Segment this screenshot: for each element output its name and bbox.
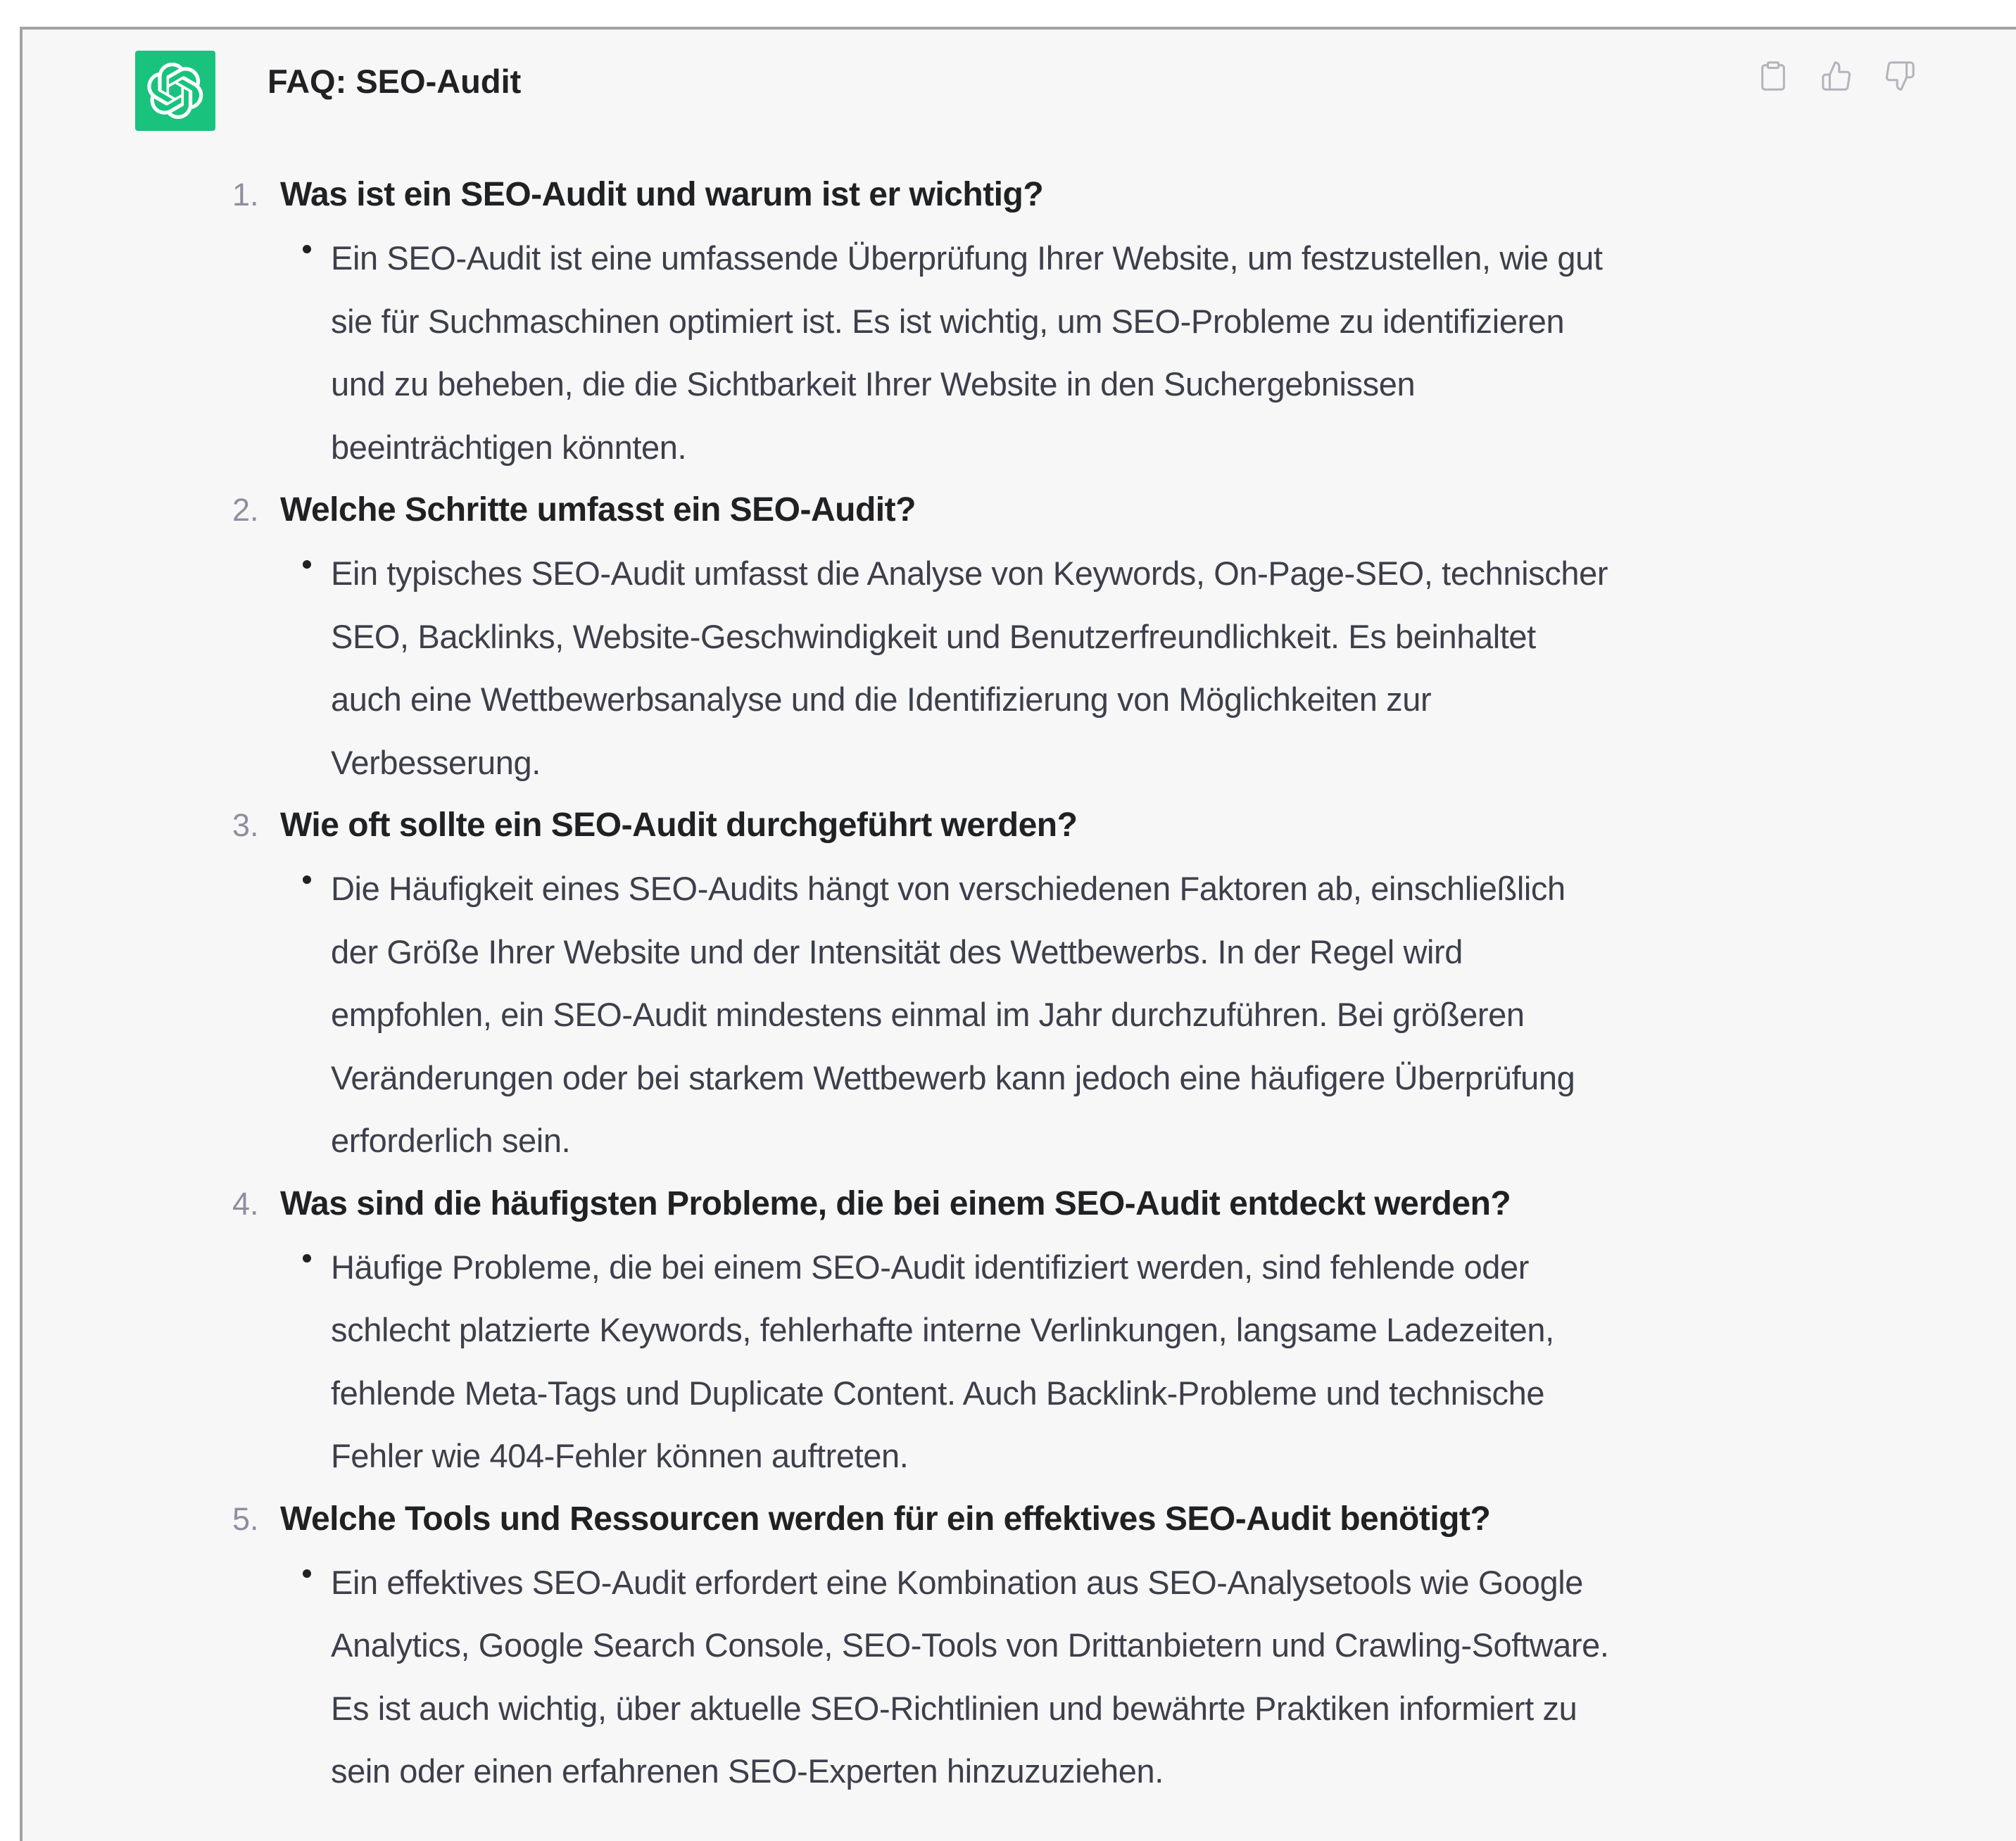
answer-line: Analytics, Google Search Console, SEO-To… — [331, 1626, 1609, 1664]
message-title: FAQ: SEO-Audit — [267, 63, 522, 100]
answer-line: Ein SEO-Audit ist eine umfassende Überpr… — [331, 239, 1603, 277]
list-number: 2. — [232, 492, 259, 528]
faq-answer: Ein SEO-Audit ist eine umfassende Überpr… — [232, 227, 1809, 479]
list-number: 3. — [232, 807, 259, 843]
thumbs-down-button[interactable] — [1884, 58, 1916, 94]
faq-answer: Häufige Probleme, die bei einem SEO-Audi… — [232, 1236, 1809, 1488]
clipboard-icon — [1761, 61, 1785, 91]
list-number: 4. — [232, 1185, 259, 1222]
faq-item: 1. Was ist ein SEO-Audit und warum ist e… — [232, 163, 1809, 479]
answer-line: Die Häufigkeit eines SEO-Audits hängt vo… — [331, 870, 1565, 907]
bullet-point — [303, 245, 311, 253]
bullet-point — [303, 560, 311, 569]
answer-line: erforderlich sein. — [331, 1122, 571, 1159]
list-number: 1. — [232, 177, 259, 213]
answer-line: sie für Suchmaschinen optimiert ist. Es … — [331, 302, 1565, 340]
answer-line: empfohlen, ein SEO-Audit mindestens einm… — [331, 996, 1525, 1033]
thumbs-down-icon — [1885, 61, 1915, 91]
assistant-avatar — [135, 51, 215, 131]
faq-item: 5. Welche Tools und Ressourcen werden fü… — [232, 1488, 1809, 1803]
answer-line: Ein typisches SEO-Audit umfasst die Anal… — [331, 555, 1608, 592]
answer-line: auch eine Wettbewerbsanalyse und die Ide… — [331, 681, 1432, 718]
faq-question-row: 5. Welche Tools und Ressourcen werden fü… — [232, 1488, 1809, 1551]
faq-question-row: 1. Was ist ein SEO-Audit und warum ist e… — [232, 163, 1809, 227]
answer-line: beeinträchtigen könnten. — [331, 428, 687, 466]
answer-text: Ein typisches SEO-Audit umfasst die Anal… — [331, 542, 1809, 794]
answer-line: schlecht platzierte Keywords, fehlerhaft… — [331, 1311, 1554, 1348]
answer-line: Häufige Probleme, die bei einem SEO-Audi… — [331, 1248, 1529, 1286]
answer-text: Ein effektives SEO-Audit erfordert eine … — [331, 1551, 1809, 1803]
answer-line: Veränderungen oder bei starkem Wettbewer… — [331, 1058, 1575, 1096]
faq-list: 1. Was ist ein SEO-Audit und warum ist e… — [232, 163, 1809, 1803]
bullet-point — [303, 1253, 311, 1263]
answer-line: Verbesserung. — [331, 743, 541, 781]
openai-logo-icon — [147, 63, 203, 119]
answer-line: und zu beheben, die die Sichtbarkeit Ihr… — [331, 365, 1416, 403]
answer-line: Es ist auch wichtig, über aktuelle SEO-R… — [331, 1689, 1577, 1727]
faq-answer: Ein effektives SEO-Audit erfordert eine … — [232, 1551, 1809, 1803]
faq-item: 4. Was sind die häufigsten Probleme, die… — [232, 1172, 1809, 1488]
bullet-point — [303, 1569, 311, 1578]
copy-button[interactable] — [1757, 58, 1789, 94]
faq-question: Welche Schritte umfasst ein SEO-Audit? — [280, 491, 916, 529]
faq-question-row: 4. Was sind die häufigsten Probleme, die… — [232, 1172, 1809, 1236]
thumbs-up-button[interactable] — [1820, 58, 1853, 94]
message-actions — [1757, 58, 1916, 94]
faq-answer: Ein typisches SEO-Audit umfasst die Anal… — [232, 542, 1809, 794]
faq-item: 3. Wie oft sollte ein SEO-Audit durchgef… — [232, 794, 1809, 1172]
faq-item: 2. Welche Schritte umfasst ein SEO-Audit… — [232, 479, 1809, 794]
thumbs-up-icon — [1822, 61, 1851, 91]
faq-question: Was ist ein SEO-Audit und warum ist er w… — [280, 176, 1044, 213]
answer-text: Häufige Probleme, die bei einem SEO-Audi… — [331, 1236, 1809, 1488]
faq-answer: Die Häufigkeit eines SEO-Audits hängt vo… — [232, 857, 1809, 1172]
faq-question: Was sind die häufigsten Probleme, die be… — [280, 1184, 1511, 1222]
answer-line: der Größe Ihrer Website und der Intensit… — [331, 932, 1463, 970]
answer-line: SEO, Backlinks, Website-Geschwindigkeit … — [331, 617, 1536, 655]
answer-line: fehlende Meta-Tags und Duplicate Content… — [331, 1374, 1545, 1412]
bullet-point — [303, 875, 311, 884]
answer-line: sein oder einen erfahrenen SEO-Experten … — [331, 1752, 1164, 1790]
answer-text: Die Häufigkeit eines SEO-Audits hängt vo… — [331, 857, 1809, 1172]
list-number: 5. — [232, 1500, 259, 1537]
faq-question-row: 2. Welche Schritte umfasst ein SEO-Audit… — [232, 479, 1809, 542]
answer-text: Ein SEO-Audit ist eine umfassende Überpr… — [331, 227, 1809, 479]
answer-line: Ein effektives SEO-Audit erfordert eine … — [331, 1563, 1583, 1601]
faq-question: Wie oft sollte ein SEO-Audit durchgeführ… — [280, 806, 1078, 844]
answer-line: Fehler wie 404-Fehler können auftreten. — [331, 1437, 909, 1474]
faq-question-row: 3. Wie oft sollte ein SEO-Audit durchgef… — [232, 794, 1809, 857]
faq-question: Welche Tools und Ressourcen werden für e… — [280, 1500, 1491, 1538]
